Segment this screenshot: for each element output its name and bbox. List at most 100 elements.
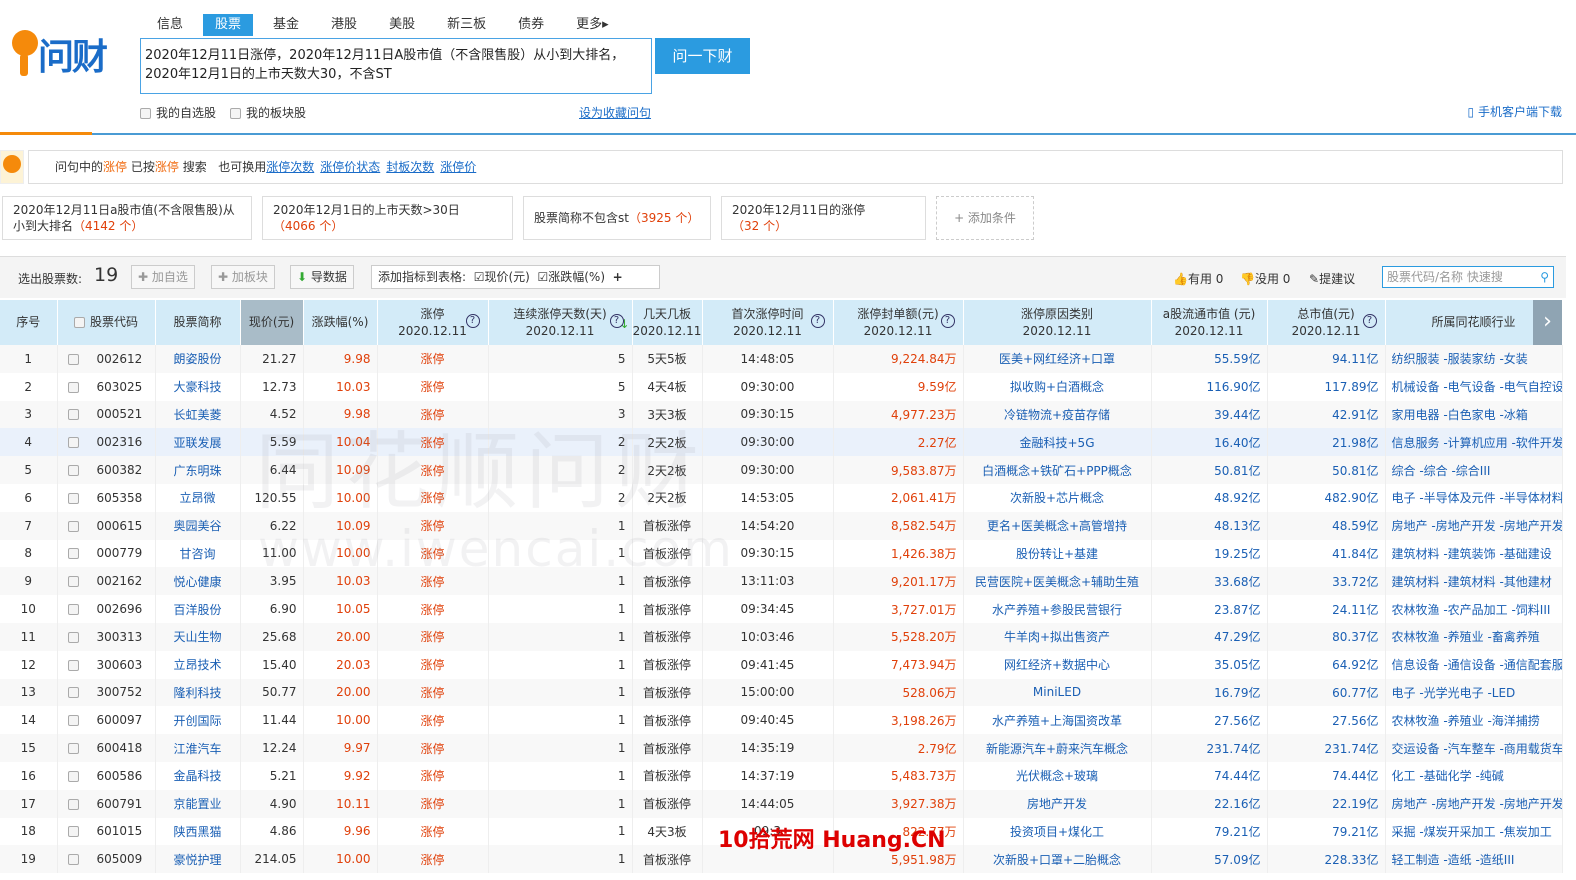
row-checkbox[interactable] xyxy=(67,548,79,560)
cell-2[interactable]: 亚联发展 xyxy=(155,428,241,457)
row-checkbox[interactable] xyxy=(67,659,79,671)
column-header[interactable]: 涨停封单额(元) 2020.12.11? xyxy=(833,300,964,345)
cell-13[interactable]: 信息服务 -计算机应用 -软件开发 xyxy=(1385,428,1563,457)
help-icon[interactable]: ? xyxy=(465,314,480,328)
tab-more[interactable]: 更多▸ xyxy=(564,14,621,36)
row-checkbox[interactable] xyxy=(67,826,79,838)
cell-2[interactable]: 朗姿股份 xyxy=(155,345,241,373)
table-row[interactable]: 8 000779 甘咨询 11.00 10.00 涨停 1 首板涨停 09:30:15 1,426… xyxy=(0,539,1563,568)
cell-2[interactable]: 立昂技术 xyxy=(155,650,241,679)
cell-13[interactable]: 电子 -半导体及元件 -半导体材料 xyxy=(1385,483,1563,512)
cell-13[interactable]: 轻工制造 -造纸 -造纸III xyxy=(1385,845,1563,874)
my-sector-checkbox[interactable]: 我的板块股 xyxy=(230,106,306,120)
cell-2[interactable]: 隆利科技 xyxy=(155,678,241,707)
table-row[interactable]: 14 600097 开创国际 11.44 10.00 涨停 1 首板涨停 09:40:45 3,1… xyxy=(0,706,1563,735)
table-row[interactable]: 5 600382 广东明珠 6.44 10.09 涨停 2 2天2板 09:30:00 9,583… xyxy=(0,456,1563,484)
table-row[interactable]: 15 600418 江淮汽车 12.24 9.97 涨停 1 首板涨停 14:35:19 2.79… xyxy=(0,734,1563,762)
row-checkbox[interactable] xyxy=(67,687,79,699)
alt-link[interactable]: 涨停价 xyxy=(440,160,476,174)
my-watchlist-checkbox[interactable]: 我的自选股 xyxy=(140,106,216,120)
cell-10[interactable]: 白酒概念+铁矿石+PPP概念 xyxy=(963,456,1152,484)
cell-13[interactable]: 纺织服装 -服装家纺 -女装 xyxy=(1385,345,1563,373)
cell-10[interactable]: 金融科技+5G xyxy=(963,428,1152,457)
cell-13[interactable]: 交运设备 -汽车整车 -商用载货车 xyxy=(1385,734,1563,762)
add-condition-button[interactable]: + 添加条件 xyxy=(936,196,1034,240)
cell-2[interactable]: 长虹美菱 xyxy=(155,400,241,429)
row-checkbox[interactable] xyxy=(67,715,79,727)
cell-13[interactable]: 化工 -基础化学 -纯碱 xyxy=(1385,761,1563,790)
table-row[interactable]: 10 002696 百洋股份 6.90 10.05 涨停 1 首板涨停 09:34:45 3,72… xyxy=(0,595,1563,623)
cell-10[interactable]: 民营医院+医美概念+辅助生殖 xyxy=(963,567,1152,596)
column-header[interactable]: 股票简称 xyxy=(155,300,241,345)
column-header[interactable]: 几天几板 2020.12.11 xyxy=(632,300,703,345)
cell-13[interactable]: 电子 -光学光电子 -LED xyxy=(1385,678,1563,707)
scroll-right-button[interactable]: › xyxy=(1533,300,1562,345)
tab-stocks[interactable]: 股票 xyxy=(203,14,254,36)
cell-13[interactable]: 房地产 -房地产开发 -房地产开发II xyxy=(1385,511,1563,540)
cell-2[interactable]: 悦心健康 xyxy=(155,567,241,596)
tab-funds[interactable]: 基金 xyxy=(261,14,311,36)
indicator-price-checkbox[interactable]: ☑现价(元) xyxy=(474,270,530,284)
table-row[interactable]: 13 300752 隆利科技 50.77 20.00 涨停 1 首板涨停 15:00:00 528… xyxy=(0,678,1563,707)
table-row[interactable]: 11 300313 天山生物 25.68 20.00 涨停 1 首板涨停 10:03:46 5,5… xyxy=(0,622,1563,651)
row-checkbox[interactable] xyxy=(67,492,79,504)
table-row[interactable]: 6 605358 立昂微 120.55 10.00 涨停 2 2天2板 14:53:05 2,06… xyxy=(0,483,1563,512)
cell-2[interactable]: 百洋股份 xyxy=(155,595,241,623)
tab-neeq[interactable]: 新三板 xyxy=(435,14,498,36)
help-icon[interactable]: ? xyxy=(940,314,955,328)
cell-2[interactable]: 立昂微 xyxy=(155,483,241,512)
cell-13[interactable]: 建筑材料 -建筑装饰 -基础建设 xyxy=(1385,539,1563,568)
cell-10[interactable]: 水产养殖+参股民营银行 xyxy=(963,595,1152,623)
row-checkbox[interactable] xyxy=(67,465,79,477)
column-header[interactable]: a股流通市值 (元) 2020.12.11 xyxy=(1151,300,1268,345)
row-checkbox[interactable] xyxy=(67,798,79,810)
cell-2[interactable]: 天山生物 xyxy=(155,622,241,651)
tab-us[interactable]: 美股 xyxy=(377,14,427,36)
help-icon[interactable]: ? xyxy=(810,314,825,328)
row-checkbox[interactable] xyxy=(67,743,79,755)
condition-chip[interactable]: 2020年12月11日a股市值(不含限售股)从小到大排名（4142 个） xyxy=(2,196,252,240)
cell-13[interactable]: 家用电器 -白色家电 -冰箱 xyxy=(1385,400,1563,429)
condition-chip[interactable]: 股票简称不包含st（3925 个） xyxy=(523,196,711,240)
cell-10[interactable]: 冷链物流+疫苗存储 xyxy=(963,400,1152,429)
cell-10[interactable]: MiniLED xyxy=(963,678,1152,707)
row-checkbox[interactable] xyxy=(67,381,79,393)
cell-13[interactable]: 农林牧渔 -养殖业 -畜禽养殖 xyxy=(1385,622,1563,651)
column-header[interactable]: 连续涨停天数(天) 2020.12.11? ↓ xyxy=(488,300,633,345)
cell-10[interactable]: 网红经济+数据中心 xyxy=(963,650,1152,679)
row-checkbox[interactable] xyxy=(67,854,79,866)
cell-10[interactable]: 光伏概念+玻璃 xyxy=(963,761,1152,790)
column-header[interactable]: 涨停原因类别 2020.12.11 xyxy=(963,300,1152,345)
ask-button[interactable]: 问一下财 xyxy=(655,38,750,74)
row-checkbox[interactable] xyxy=(67,770,79,782)
table-row[interactable]: 19 605009 豪悦护理 214.05 10.00 涨停 1 首板涨停 5,951.98万次… xyxy=(0,845,1563,874)
cell-10[interactable]: 房地产开发 xyxy=(963,789,1152,818)
cell-13[interactable]: 农林牧渔 -农产品加工 -饲料III xyxy=(1385,595,1563,623)
row-checkbox[interactable] xyxy=(67,520,79,532)
cell-2[interactable]: 甘咨询 xyxy=(155,539,241,568)
cell-13[interactable]: 信息设备 -通信设备 -通信配套服务 xyxy=(1385,650,1563,679)
alt-link[interactable]: 涨停次数 xyxy=(266,160,314,174)
cell-13[interactable]: 房地产 -房地产开发 -房地产开发II xyxy=(1385,789,1563,818)
add-indicator-button[interactable]: + xyxy=(613,270,623,284)
cell-13[interactable]: 建筑材料 -建筑材料 -其他建材 xyxy=(1385,567,1563,596)
mobile-download-link[interactable]: ▯ 手机客户端下载 xyxy=(1468,103,1562,120)
iwencai-logo[interactable]: 问财 xyxy=(8,24,118,80)
condition-chip[interactable]: 2020年12月1日的上市天数>30日（4066 个） xyxy=(262,196,513,240)
cell-10[interactable]: 牛羊肉+拟出售资产 xyxy=(963,622,1152,651)
useless-button[interactable]: 👎没用 0 xyxy=(1240,270,1290,287)
row-checkbox[interactable] xyxy=(67,437,79,449)
cell-10[interactable]: 次新股+口罩+二胎概念 xyxy=(963,845,1152,874)
cell-2[interactable]: 开创国际 xyxy=(155,706,241,735)
row-checkbox[interactable] xyxy=(67,353,79,365)
table-row[interactable]: 18 601015 陕西黑猫 4.86 9.96 涨停 1 4天3板 09:3 822.77万 投资… xyxy=(0,817,1563,846)
query-input[interactable]: 2020年12月11日涨停，2020年12月11日A股市值（不含限售股）从小到大… xyxy=(140,38,652,94)
useful-button[interactable]: 👍有用 0 xyxy=(1173,270,1223,287)
column-header[interactable]: 现价(元) xyxy=(240,300,304,345)
tab-info[interactable]: 信息 xyxy=(145,14,195,36)
favorite-query-link[interactable]: 设为收藏问句 xyxy=(579,104,651,121)
column-header[interactable]: 序号 xyxy=(0,300,58,345)
export-button[interactable]: ⬇ 导数据 xyxy=(290,265,354,289)
cell-2[interactable]: 陕西黑猫 xyxy=(155,817,241,846)
table-row[interactable]: 9 002162 悦心健康 3.95 10.03 涨停 1 首板涨停 13:11:03 9,201… xyxy=(0,567,1563,596)
